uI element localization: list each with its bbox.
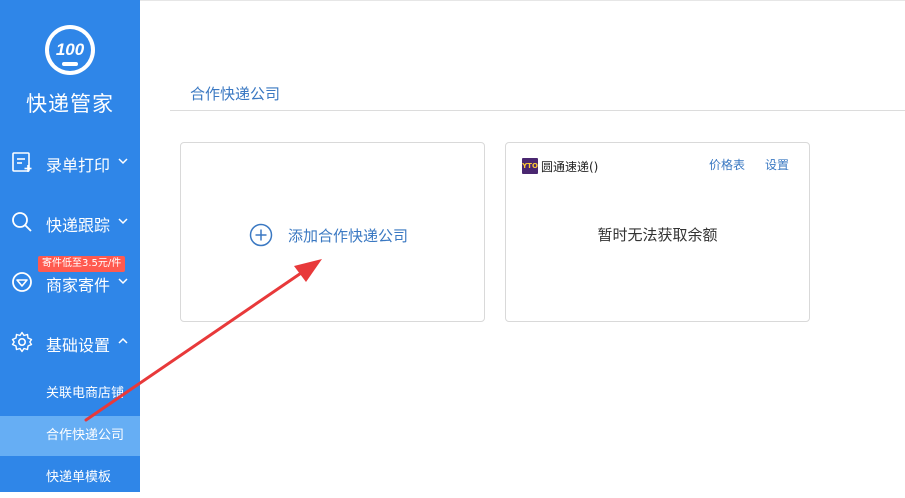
sidebar-item-merchant-send[interactable]: 商家寄件 — [0, 262, 140, 302]
yto-logo: YTO — [522, 158, 538, 174]
order-entry-icon — [12, 152, 32, 172]
sidebar-item-basic-settings[interactable]: 基础设置 — [0, 322, 140, 362]
chevron-up-icon — [118, 337, 128, 344]
sidebar-item-order-print[interactable]: 录单打印 — [0, 142, 140, 182]
sidebar-subitem-waybill-templates[interactable]: 快递单模板 — [0, 458, 140, 498]
gear-icon — [11, 331, 33, 353]
merchant-icon — [12, 272, 32, 292]
chevron-down-icon — [118, 278, 128, 285]
sidebar-item-label: 录单打印 — [46, 156, 111, 175]
search-icon — [12, 212, 32, 232]
sidebar-subitem-linked-shops[interactable]: 关联电商店铺 — [0, 374, 140, 414]
chevron-down-icon — [118, 158, 128, 165]
courier-card-yto: YTO 圆通速递() 价格表 设置 暂时无法获取余额 — [505, 142, 810, 322]
brand-name: 快递管家 — [26, 92, 114, 116]
top-divider — [140, 0, 905, 1]
kuaidi100-logo[interactable]: 100 — [44, 24, 96, 76]
sidebar-subitem-partner-couriers[interactable]: 合作快递公司 — [0, 416, 140, 456]
add-partner-courier-label: 添加合作快递公司 — [288, 226, 409, 245]
price-list-link[interactable]: 价格表 — [709, 156, 745, 173]
plus-circle-icon — [249, 223, 273, 247]
sidebar-item-tracking[interactable]: 快递跟踪 — [0, 202, 140, 242]
add-partner-courier-card[interactable]: 添加合作快递公司 — [180, 142, 485, 322]
chevron-down-icon — [118, 218, 128, 225]
courier-settings-link[interactable]: 设置 — [765, 156, 789, 173]
balance-status-message: 暂时无法获取余额 — [597, 226, 718, 244]
courier-name: 圆通速递() — [541, 160, 599, 174]
page-title: 合作快递公司 — [190, 85, 281, 103]
add-partner-courier-button[interactable]: 添加合作快递公司 — [249, 223, 408, 247]
title-divider — [170, 110, 905, 111]
sidebar-item-label: 快递跟踪 — [46, 216, 111, 235]
sidebar-item-label: 商家寄件 — [46, 276, 111, 295]
svg-text:100: 100 — [56, 40, 85, 59]
sidebar-item-label: 基础设置 — [46, 336, 111, 355]
sidebar: 100 快递管家 录单打印 快递跟踪 寄件低至3.5元/件 商家寄件 基础设置 … — [0, 0, 140, 492]
